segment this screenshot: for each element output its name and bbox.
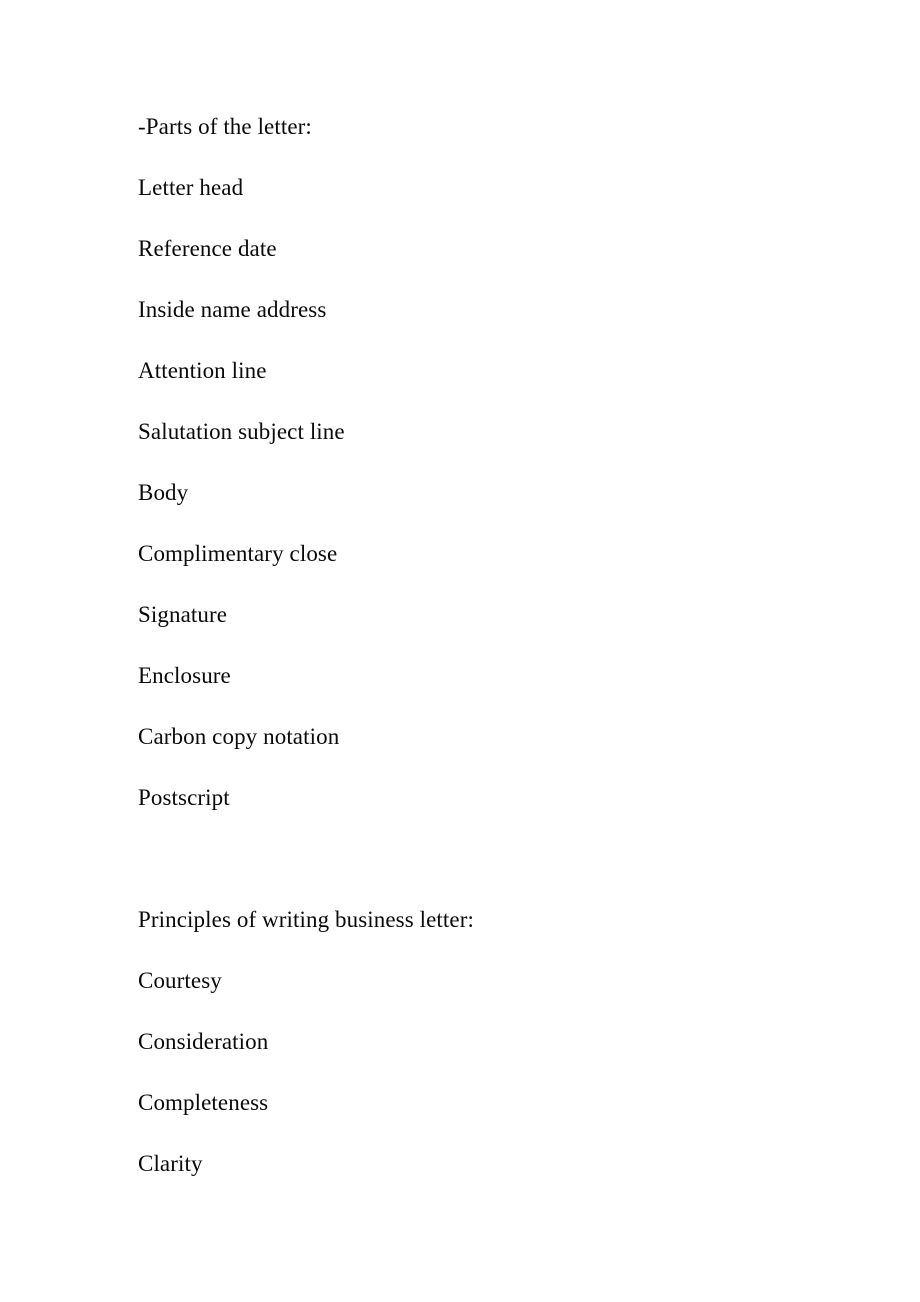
paragraph-reference-date: Reference date [138,236,277,261]
paragraph-complimentary-close: Complimentary close [138,541,338,566]
paragraph-enclosure: Enclosure [138,663,231,688]
paragraph-consideration: Consideration [138,1029,269,1054]
paragraph-clarity: Clarity [138,1151,203,1176]
paragraph-completeness: Completeness [138,1090,269,1115]
paragraph-attention-line: Attention line [138,358,267,383]
paragraph-parts-of-the-letter-heading: -Parts of the letter: [138,114,312,139]
paragraph-principles-heading: Principles of writing business letter: [138,907,474,932]
paragraph-postscript: Postscript [138,785,230,810]
paragraph-signature: Signature [138,602,228,627]
paragraph-body: Body [138,480,189,505]
paragraph-blank-separator [138,844,838,874]
paragraph-courtesy: Courtesy [138,968,222,993]
paragraph-carbon-copy-notation: Carbon copy notation [138,724,340,749]
paragraph-inside-name-address: Inside name address [138,297,327,322]
document-page: -Parts of the letter: Letter head Refere… [0,0,920,1302]
paragraph-salutation-subject-line: Salutation subject line [138,419,345,444]
paragraph-letter-head: Letter head [138,175,244,200]
document-body: -Parts of the letter: Letter head Refere… [138,112,838,1210]
